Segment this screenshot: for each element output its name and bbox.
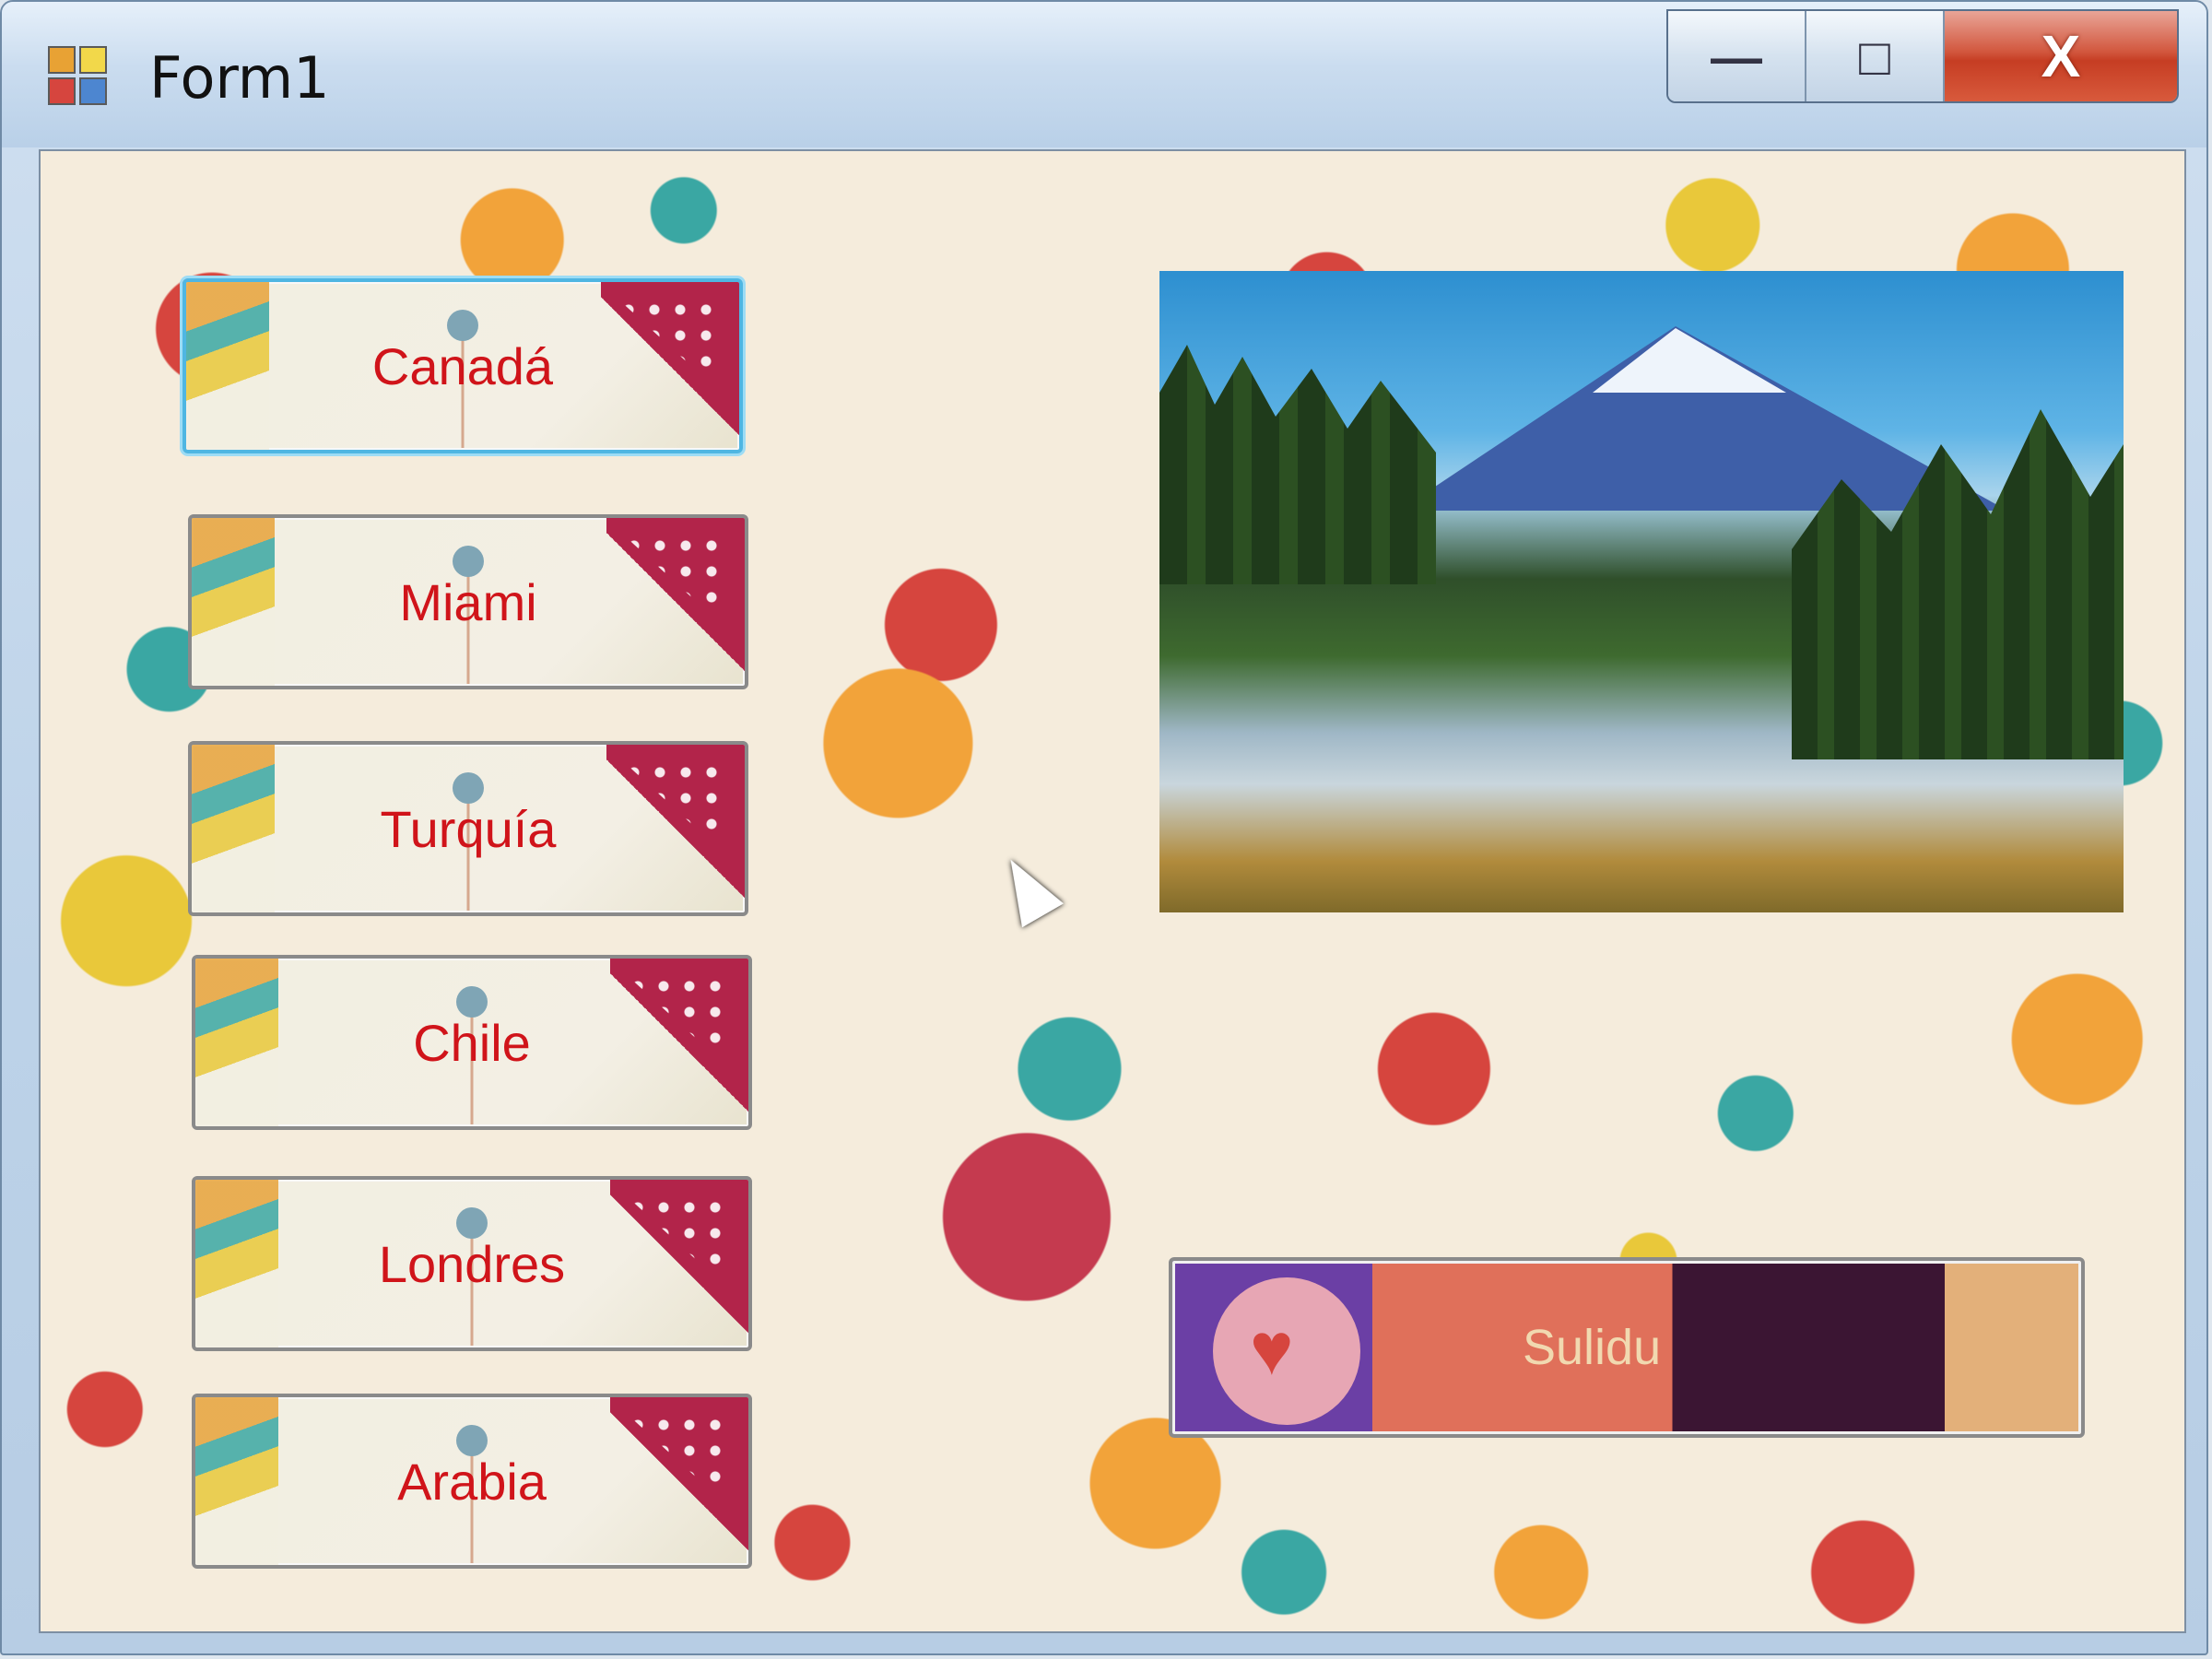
mouse-cursor-icon bbox=[989, 847, 1065, 928]
button-canada[interactable]: Canadá bbox=[182, 278, 743, 453]
button-chile[interactable]: Chile bbox=[192, 955, 752, 1130]
caption-buttons: — □ X bbox=[1666, 9, 2179, 103]
maximize-icon: □ bbox=[1859, 27, 1890, 86]
form1-window: Form1 — □ X Canadá Miami Turquía Chile L… bbox=[0, 0, 2208, 1655]
snow-cap bbox=[1593, 328, 1786, 393]
button-label: Arabia bbox=[397, 1452, 547, 1511]
trees-left bbox=[1159, 345, 1436, 584]
button-label: Chile bbox=[413, 1013, 531, 1072]
minimize-button[interactable]: — bbox=[1668, 11, 1806, 101]
sound-button-label: Sulidu bbox=[1523, 1320, 1662, 1375]
heart-icon: ♥ bbox=[1250, 1308, 1294, 1390]
window-title: Form1 bbox=[149, 44, 330, 112]
button-turquia[interactable]: Turquía bbox=[188, 741, 748, 916]
minimize-icon: — bbox=[1711, 27, 1762, 86]
button-arabia[interactable]: Arabia bbox=[192, 1394, 752, 1569]
button-label: Londres bbox=[378, 1234, 566, 1293]
button-londres[interactable]: Londres bbox=[192, 1176, 752, 1351]
picture-box bbox=[1159, 271, 2124, 912]
title-bar[interactable]: Form1 — □ X bbox=[2, 2, 2206, 147]
app-icon[interactable] bbox=[48, 46, 114, 112]
button-label: Miami bbox=[399, 572, 537, 631]
form-client-area: Canadá Miami Turquía Chile Londres Arabi… bbox=[39, 149, 2186, 1633]
close-icon: X bbox=[2041, 23, 2081, 89]
close-button[interactable]: X bbox=[1945, 11, 2177, 101]
maximize-button[interactable]: □ bbox=[1806, 11, 1945, 101]
button-miami[interactable]: Miami bbox=[188, 514, 748, 689]
button-label: Turquía bbox=[380, 799, 557, 858]
button-label: Canadá bbox=[371, 336, 554, 395]
sound-button[interactable]: ♥ Sulidu bbox=[1169, 1257, 2085, 1438]
